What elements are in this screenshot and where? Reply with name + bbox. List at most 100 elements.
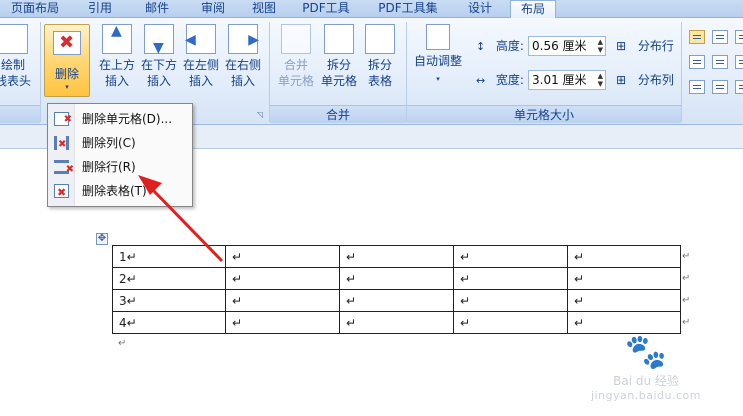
table-cell[interactable]: ↵ [567, 267, 681, 290]
row-height-spinner[interactable]: 0.56 厘米 ▲ ▼ [528, 36, 606, 56]
rows-columns-dialog-launcher[interactable]: ◹ [257, 111, 266, 120]
table-row: 3↵ ↵ ↵ ↵ ↵ [112, 289, 681, 312]
draw-header-label-line1: 绘制 [0, 58, 25, 72]
table-row: 1↵ ↵ ↵ ↵ ↵ [112, 245, 681, 268]
align-middle-center-button[interactable] [712, 55, 728, 69]
table-cell[interactable]: ↵ [225, 267, 340, 290]
document-table: 1↵ ↵ ↵ ↵ ↵ 2↵ ↵ ↵ ↵ ↵ 3↵ ↵ ↵ ↵ ↵ 4↵ ↵ ↵ … [112, 245, 681, 334]
baidu-watermark: 🐾 Bai du 经验 jingyan.baidu.com [571, 332, 721, 402]
table-cell[interactable]: ↵ [339, 267, 454, 290]
distribute-rows-icon: ⊞ [616, 39, 627, 53]
tab-review[interactable]: 审阅 [193, 0, 233, 18]
row-height-label: 高度: [495, 39, 524, 53]
tab-view[interactable]: 视图 [244, 0, 284, 18]
tab-page-layout[interactable]: 页面布局 [4, 0, 66, 18]
table-cell[interactable]: ↵ [225, 311, 340, 334]
align-top-center-button[interactable] [712, 30, 728, 44]
align-top-right-button[interactable] [735, 30, 743, 44]
insert-right-label-line2: 插入 [230, 74, 255, 88]
merge-cells-label-line2: 单元格 [277, 74, 314, 88]
merge-cells-label-line1: 合并 [283, 58, 308, 72]
table-cell[interactable]: 2↵ [112, 267, 226, 290]
column-width-spinner[interactable]: 3.01 厘米 ▲ ▼ [528, 70, 606, 90]
distribute-columns-label: 分布列 [637, 73, 674, 87]
table-cell[interactable]: ↵ [453, 267, 568, 290]
table-cell[interactable]: ↵ [567, 245, 681, 268]
distribute-rows-button[interactable]: ⊞ 分布行 [616, 36, 674, 56]
table-cell[interactable]: ↵ [225, 289, 340, 312]
insert-right-button[interactable]: 在右侧 插入 [223, 24, 263, 89]
menu-item-delete-row[interactable]: 删除行(R) [49, 155, 191, 182]
insert-below-icon [144, 24, 174, 56]
column-width-label: 宽度: [495, 73, 524, 87]
row-height-icon: ↕ [476, 40, 486, 53]
align-bottom-center-button[interactable] [712, 80, 728, 94]
align-top-left-button[interactable] [689, 30, 705, 44]
table-move-handle[interactable]: ✥ [96, 233, 108, 245]
insert-above-button[interactable]: 在上方 插入 [97, 23, 137, 89]
split-table-button[interactable]: 拆分 表格 [360, 24, 400, 89]
menu-item-label: 删除列(C) [82, 136, 136, 150]
autofit-dropdown-caret: ▾ [436, 75, 440, 83]
autofit-button[interactable]: 自动调整 ▾ [412, 24, 464, 87]
tab-pdf-toolset[interactable]: PDF工具集 [372, 0, 444, 18]
table-cell[interactable]: 1↵ [112, 245, 226, 268]
table-cell[interactable]: ↵ [453, 289, 568, 312]
align-middle-left-button[interactable] [689, 55, 705, 69]
table-cell[interactable]: 3↵ [112, 289, 226, 312]
table-cell[interactable]: ↵ [453, 311, 568, 334]
column-width-spin-arrows[interactable]: ▲ ▼ [598, 72, 603, 88]
ribbon-tab-strip: 页面布局 引用 邮件 审阅 视图 PDF工具 PDF工具集 设计 布局 [0, 0, 743, 19]
column-width-row: ↔ 宽度: [476, 70, 524, 90]
delete-table-icon [53, 31, 81, 55]
tab-layout[interactable]: 布局 [510, 0, 556, 19]
align-bottom-right-button[interactable] [735, 80, 743, 94]
insert-left-icon [185, 24, 216, 54]
tab-design[interactable]: 设计 [460, 0, 500, 18]
delete-row-icon [54, 158, 74, 182]
table-cell[interactable]: ↵ [453, 245, 568, 268]
menu-item-label: 删除表格(T) [82, 184, 147, 198]
table-cell[interactable]: ↵ [567, 289, 681, 312]
table-cell[interactable]: ↵ [339, 311, 454, 334]
menu-item-label: 删除单元格(D)... [82, 112, 173, 126]
table-cell[interactable]: ↵ [339, 245, 454, 268]
draw-group-label [0, 105, 40, 123]
insert-left-label-line2: 插入 [188, 74, 213, 88]
row-height-row: ↕ 高度: [476, 36, 524, 56]
draw-header-label-line2: 线表头 [0, 74, 31, 88]
cell-size-group-label: 单元格大小 [407, 105, 681, 123]
tab-mailings[interactable]: 邮件 [137, 0, 177, 18]
merge-cells-icon [281, 24, 311, 54]
merge-group-label: 合并 [270, 105, 406, 123]
table-cell[interactable]: ↵ [567, 311, 681, 334]
delete-button[interactable]: 删除 ▾ [44, 24, 90, 97]
row-height-spin-arrows[interactable]: ▲ ▼ [598, 38, 603, 54]
tab-references[interactable]: 引用 [80, 0, 120, 18]
align-bottom-left-button[interactable] [689, 80, 705, 94]
table-cell[interactable]: ↵ [225, 245, 340, 268]
insert-right-label-line1: 在右侧 [224, 58, 261, 72]
delete-column-icon [54, 133, 69, 157]
table-cell[interactable]: ↵ [339, 289, 454, 312]
split-cells-icon [324, 24, 354, 54]
align-middle-right-button[interactable] [735, 55, 743, 69]
menu-item-delete-column[interactable]: 删除列(C) [49, 131, 191, 157]
distribute-columns-button[interactable]: ⊞ 分布列 [616, 70, 674, 90]
merge-cells-button[interactable]: 合并 单元格 [275, 24, 317, 89]
tab-pdf-tools[interactable]: PDF工具 [298, 0, 354, 18]
group-separator [40, 22, 41, 122]
menu-item-delete-cells[interactable]: 删除单元格(D)... [49, 107, 191, 132]
insert-below-button[interactable]: 在下方 插入 [139, 24, 179, 89]
distribute-columns-icon: ⊞ [616, 73, 627, 87]
menu-item-label: 删除行(R) [82, 160, 136, 174]
menu-item-delete-table[interactable]: 删除表格(T) [49, 179, 191, 205]
table-cell[interactable]: 4↵ [112, 311, 226, 334]
split-table-icon [365, 24, 395, 54]
row-end-mark: ↵ [682, 317, 691, 328]
row-end-mark: ↵ [682, 295, 691, 306]
draw-diagonal-header-button[interactable]: 绘制 线表头 [0, 24, 34, 89]
insert-left-button[interactable]: 在左侧 插入 [181, 24, 221, 89]
split-cells-button[interactable]: 拆分 单元格 [318, 24, 360, 89]
insert-left-label-line1: 在左侧 [182, 58, 219, 72]
